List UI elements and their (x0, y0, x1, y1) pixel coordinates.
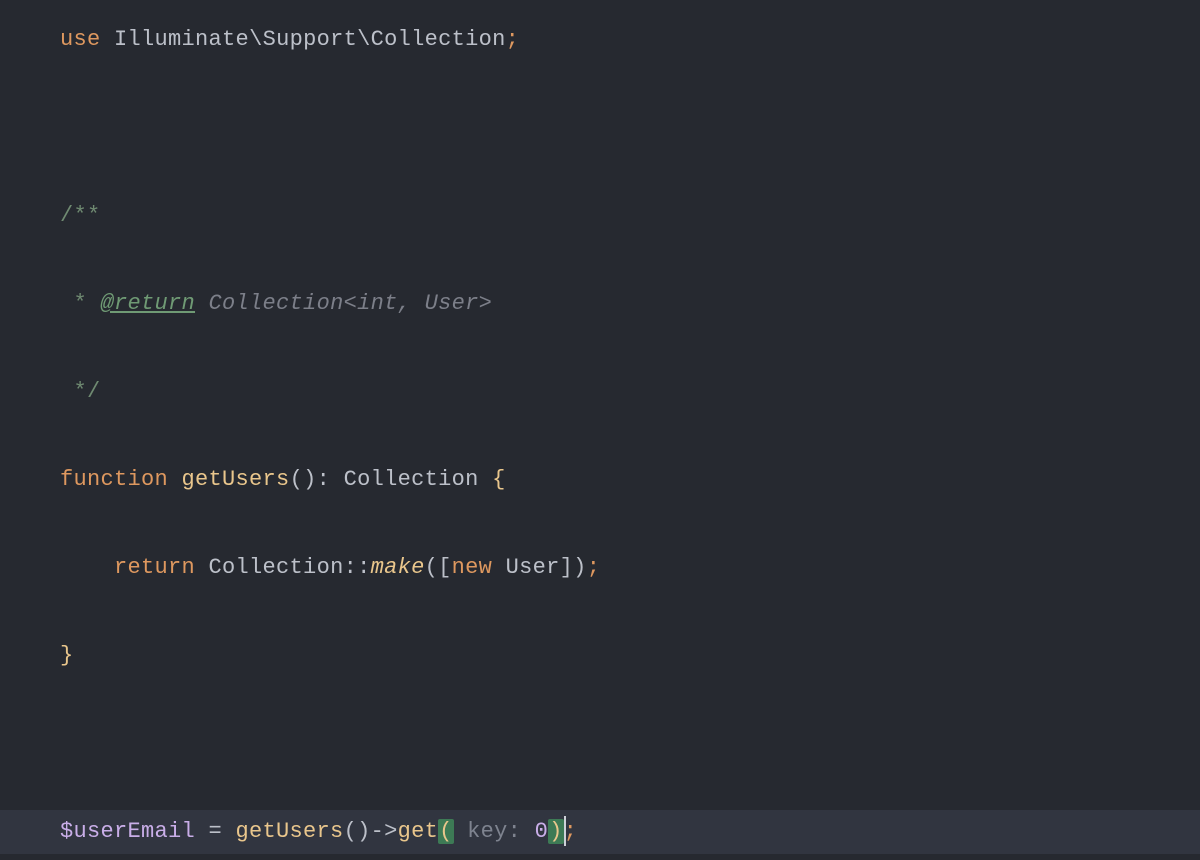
line-return: return Collection::make([new User]); (60, 546, 1200, 590)
parameter-hint: key: (454, 819, 535, 844)
phpdoc-return-tag: @return (101, 291, 196, 316)
line-fn-close: } (60, 634, 1200, 678)
line-1: use Illuminate\Support\Collection; (60, 18, 1200, 62)
keyword-use: use (60, 27, 101, 52)
phpdoc-return-type: Collection<int, User> (209, 291, 493, 316)
code-editor[interactable]: use Illuminate\Support\Collection; /** *… (0, 0, 1200, 860)
line-blank (60, 106, 1200, 150)
line-fn-decl: function getUsers(): Collection { (60, 458, 1200, 502)
variable-useremail: $userEmail (60, 819, 195, 844)
line-doc-open: /** (60, 194, 1200, 238)
function-name: getUsers (182, 467, 290, 492)
bracket-close-match: ) (548, 819, 564, 844)
line-blank (60, 722, 1200, 766)
line-doc-return: * @return Collection<int, User> (60, 282, 1200, 326)
line-current: $userEmail = getUsers()->get( key: 0); (0, 810, 1200, 854)
line-doc-close: */ (60, 370, 1200, 414)
bracket-open-match: ( (438, 819, 454, 844)
